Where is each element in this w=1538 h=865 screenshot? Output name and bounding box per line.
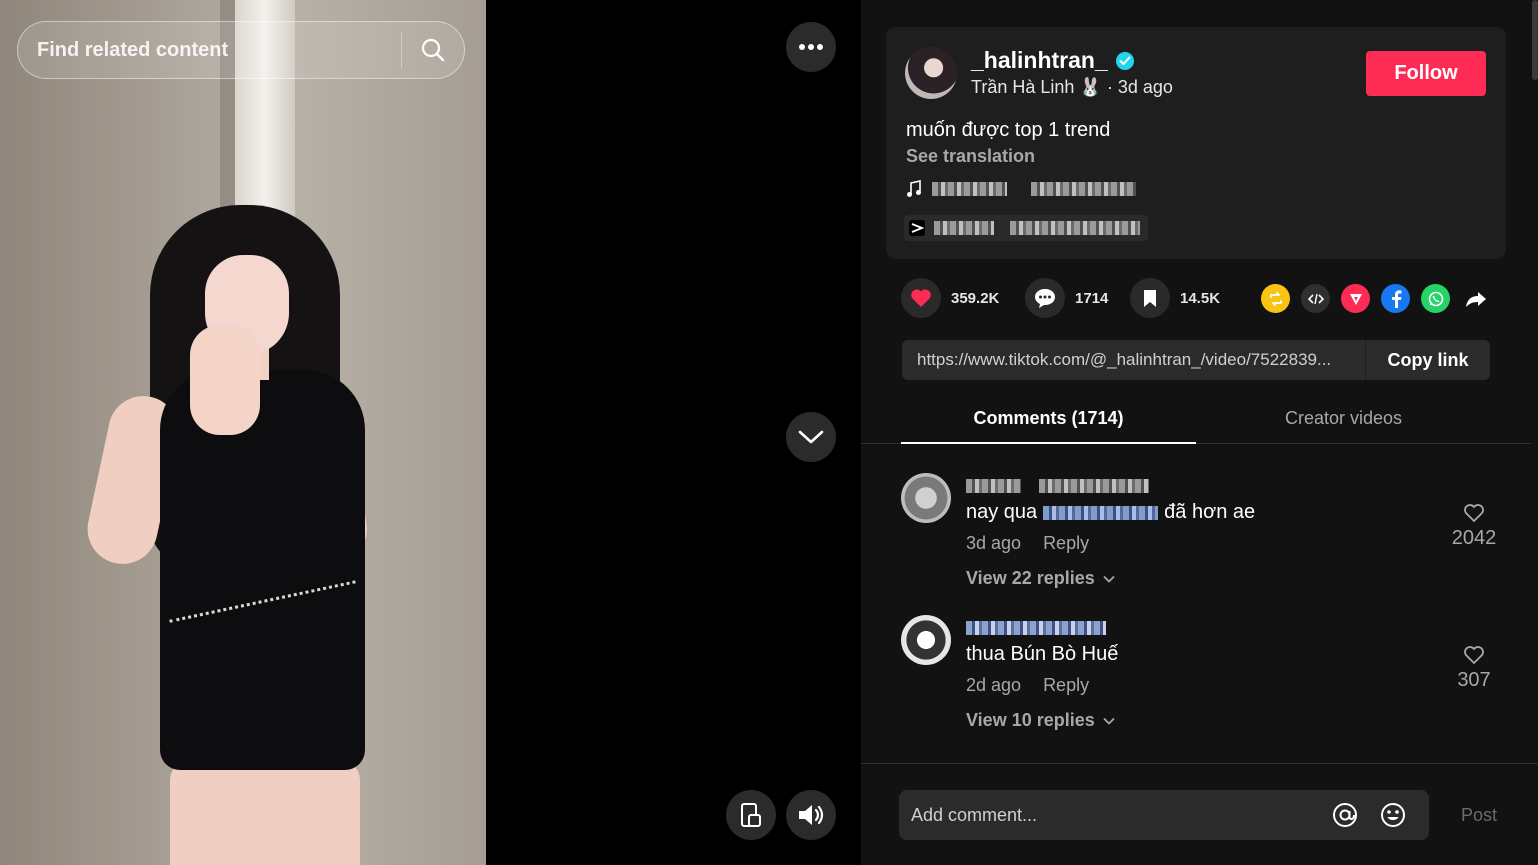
video-details-panel: _halinhtran_ Trần Hà Linh 🐰 · 3d ago Fol… [861, 0, 1538, 865]
comment-meta: 3d ago Reply [966, 533, 1089, 554]
template-name-blurred [934, 221, 994, 235]
capcut-template-row[interactable] [904, 215, 1148, 241]
music-artist-blurred [1031, 182, 1136, 196]
commenter-name-blurred[interactable] [966, 621, 1106, 640]
commenter-name-blurred[interactable] [966, 479, 1150, 498]
search-icon[interactable] [402, 21, 464, 79]
volume-button[interactable] [786, 790, 836, 840]
template-desc-blurred [1010, 221, 1140, 235]
follow-button[interactable]: Follow [1366, 51, 1486, 96]
post-button[interactable]: Post [1461, 805, 1497, 826]
comment-text-start: nay qua [966, 501, 1038, 523]
like-action[interactable]: 359.2K [901, 278, 999, 318]
reply-button[interactable]: Reply [1043, 533, 1089, 554]
mention-icon[interactable] [1331, 801, 1359, 829]
embed-icon[interactable] [1301, 284, 1330, 313]
avatar[interactable] [901, 615, 951, 665]
comment-composer: Add comment... Post [861, 763, 1538, 865]
video-url[interactable]: https://www.tiktok.com/@_halinhtran_/vid… [902, 350, 1365, 370]
save-action[interactable]: 14.5K [1130, 278, 1220, 318]
comment-like-count: 2042 [1451, 527, 1497, 549]
music-title-blurred [932, 182, 1007, 196]
heart-outline-icon[interactable] [1463, 645, 1485, 665]
comment-item: thua Bún Bò Huế 2d ago Reply View 10 rep… [901, 615, 1501, 745]
comment-like[interactable]: 307 [1449, 645, 1499, 692]
comment-time: 3d ago [966, 533, 1022, 553]
video-subject-legs [170, 760, 360, 865]
more-dots-icon [799, 44, 823, 50]
share-link-box[interactable]: https://www.tiktok.com/@_halinhtran_/vid… [902, 340, 1490, 380]
author-username[interactable]: _halinhtran_ [971, 47, 1108, 74]
heart-outline-icon[interactable] [1463, 503, 1485, 523]
view-replies-label[interactable]: View 10 replies [966, 710, 1095, 731]
author-username-row[interactable]: _halinhtran_ [971, 47, 1134, 74]
whatsapp-icon[interactable] [1421, 284, 1450, 313]
author-info-card: _halinhtran_ Trần Hà Linh 🐰 · 3d ago Fol… [886, 27, 1506, 259]
tab-comments[interactable]: Comments (1714) [901, 398, 1196, 444]
video-subject-hands [190, 325, 260, 435]
bookmark-icon[interactable] [1130, 278, 1170, 318]
capcut-icon [909, 220, 925, 236]
comment-text: nay qua đã hơn ae [966, 501, 1255, 524]
search-related-box[interactable]: Find related content [17, 21, 465, 79]
mini-player-icon [741, 803, 761, 827]
video-frame[interactable]: Find related content [0, 0, 486, 865]
comment-input-box[interactable]: Add comment... [899, 790, 1429, 840]
comment-action[interactable]: 1714 [1025, 278, 1108, 318]
tab-creator-videos[interactable]: Creator videos [1196, 398, 1491, 444]
avatar[interactable] [905, 47, 957, 99]
comment-item: nay qua đã hơn ae 3d ago Reply View 22 r… [901, 473, 1501, 603]
chevron-down-icon [798, 430, 824, 444]
chevron-down-icon [1103, 717, 1115, 725]
post-time: · 3d ago [1106, 77, 1173, 97]
like-count: 359.2K [951, 289, 1000, 307]
video-player-area[interactable]: Find related content [0, 0, 861, 865]
comment-text: thua Bún Bò Huế [966, 643, 1118, 666]
emoji-icon[interactable] [1379, 801, 1407, 829]
comment-input[interactable]: Add comment... [899, 805, 1331, 826]
chevron-down-icon [1103, 575, 1115, 583]
comment-text-end: đã hơn ae [1164, 501, 1256, 523]
save-count: 14.5K [1180, 289, 1221, 307]
comment-time: 2d ago [966, 675, 1022, 695]
author-subline: Trần Hà Linh 🐰 · 3d ago [971, 77, 1173, 98]
mention-blurred[interactable] [1043, 505, 1159, 520]
comment-text-start: thua Bún Bò Huế [966, 643, 1119, 665]
comment-like[interactable]: 2042 [1449, 503, 1499, 550]
volume-icon [799, 805, 824, 825]
copy-link-button[interactable]: Copy link [1365, 340, 1490, 380]
scrollbar[interactable] [1532, 0, 1538, 80]
view-replies-button[interactable]: View 10 replies [966, 710, 1115, 731]
music-row[interactable] [906, 180, 1136, 198]
video-subject-dress [160, 370, 365, 770]
comment-like-count: 307 [1457, 669, 1491, 691]
verified-badge-icon [1115, 51, 1134, 70]
comment-bubble-icon[interactable] [1025, 278, 1065, 318]
avatar[interactable] [901, 473, 951, 523]
comment-meta: 2d ago Reply [966, 675, 1089, 696]
see-translation-link[interactable]: See translation [906, 146, 1035, 167]
more-options-button[interactable] [786, 22, 836, 72]
heart-icon[interactable] [901, 278, 941, 318]
mini-player-button[interactable] [726, 790, 776, 840]
reply-button[interactable]: Reply [1043, 675, 1089, 696]
tiktok-video-page: Find related content _halinhtran_ Trần H… [0, 0, 1538, 865]
action-bar: 359.2K 1714 14.5K [901, 278, 1501, 320]
share-arrow-icon[interactable] [1461, 284, 1490, 313]
view-replies-label[interactable]: View 22 replies [966, 568, 1095, 589]
repost-icon[interactable] [1261, 284, 1290, 313]
post-caption: muốn được top 1 trend [906, 119, 1111, 141]
panel-tabs: Comments (1714) Creator videos [861, 398, 1531, 444]
comment-count: 1714 [1075, 289, 1109, 307]
author-display-name: Trần Hà Linh 🐰 [971, 77, 1102, 97]
view-replies-button[interactable]: View 22 replies [966, 568, 1115, 589]
search-input[interactable]: Find related content [37, 39, 401, 62]
facebook-icon[interactable] [1381, 284, 1410, 313]
music-note-icon [907, 180, 921, 197]
send-icon[interactable] [1341, 284, 1370, 313]
next-video-button[interactable] [786, 412, 836, 462]
